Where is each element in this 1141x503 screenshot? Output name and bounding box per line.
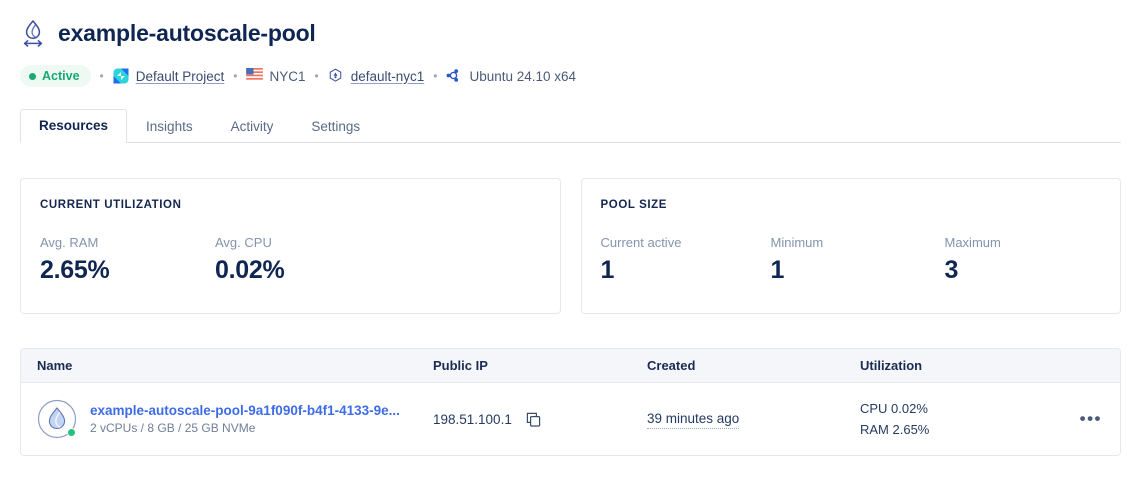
stat-label-avg-ram: Avg. RAM: [40, 235, 99, 250]
tab-settings[interactable]: Settings: [292, 110, 379, 143]
meta-separator-2: •: [233, 69, 238, 83]
utilization-cpu: CPU 0.02%: [860, 401, 928, 416]
table-row: example-autoscale-pool-9a1f090f-b4f1-413…: [21, 383, 1120, 455]
us-flag-icon: [246, 67, 264, 84]
tab-resources[interactable]: Resources: [20, 109, 128, 143]
column-header-name: Name: [37, 358, 73, 373]
title-row: example-autoscale-pool: [20, 14, 1121, 52]
stat-avg-ram: Avg. RAM 2.65%: [40, 234, 215, 284]
meta-os: Ubuntu 24.10 x64: [446, 68, 576, 84]
stat-minimum: Minimum 1: [771, 234, 945, 284]
column-header-created: Created: [647, 358, 696, 373]
created-timestamp[interactable]: 39 minutes ago: [647, 411, 740, 429]
name-cell-text: example-autoscale-pool-9a1f090f-b4f1-413…: [90, 402, 400, 437]
current-utilization-card: CURRENT UTILIZATION Avg. RAM 2.65% Avg. …: [20, 178, 561, 314]
row-more-options-icon[interactable]: •••: [1056, 410, 1104, 427]
stat-label-current-active: Current active: [600, 235, 682, 250]
droplet-specs: 2 vCPUs / 8 GB / 25 GB NVMe: [90, 420, 256, 435]
cell-utilization: CPU 0.02% RAM 2.65%: [860, 398, 1056, 440]
stat-value-current-active: 1: [600, 256, 615, 284]
status-dot-icon: [29, 72, 36, 80]
droplet-avatar: [37, 399, 77, 439]
stat-maximum: Maximum 3: [945, 234, 1001, 284]
card-title-pool-size: POOL SIZE: [600, 199, 668, 211]
cell-created: 39 minutes ago: [647, 410, 860, 429]
meta-region: NYC1: [246, 67, 306, 84]
page-header: example-autoscale-pool Active • Default …: [20, 0, 1121, 88]
meta-separator-1: •: [99, 69, 104, 83]
stat-current-active: Current active 1: [601, 234, 771, 284]
resource-meta-row: Active • Default Project • NYC1 • defaul…: [20, 64, 1121, 88]
status-badge: Active: [20, 65, 91, 87]
stat-label-avg-cpu: Avg. CPU: [215, 235, 272, 250]
copy-icon[interactable]: [526, 412, 541, 427]
droplet-name-link[interactable]: example-autoscale-pool-9a1f090f-b4f1-413…: [90, 402, 400, 419]
droplet-online-status-dot-icon: [67, 428, 76, 437]
meta-separator-3: •: [314, 69, 319, 83]
project-icon: [113, 68, 129, 84]
stat-value-minimum: 1: [770, 256, 785, 284]
public-ip-value: 198.51.100.1: [433, 411, 512, 427]
status-label: Active: [42, 69, 80, 83]
utilization-ram: RAM 2.65%: [860, 422, 930, 437]
resources-table: Name Public IP Created Utilization examp…: [20, 348, 1121, 456]
cell-actions: •••: [1056, 410, 1104, 427]
summary-cards: CURRENT UTILIZATION Avg. RAM 2.65% Avg. …: [20, 178, 1121, 314]
tab-activity[interactable]: Activity: [212, 110, 293, 143]
table-header-row: Name Public IP Created Utilization: [21, 349, 1120, 383]
autoscale-pool-droplet-icon: [20, 19, 46, 47]
meta-vpc[interactable]: default-nyc1: [328, 68, 425, 84]
stat-value-maximum: 3: [944, 256, 959, 284]
vpc-link[interactable]: default-nyc1: [351, 69, 425, 84]
column-header-utilization: Utilization: [860, 358, 923, 373]
stat-avg-cpu: Avg. CPU 0.02%: [215, 234, 285, 284]
cell-name: example-autoscale-pool-9a1f090f-b4f1-413…: [37, 399, 433, 439]
page-title: example-autoscale-pool: [58, 19, 316, 46]
pool-size-card: POOL SIZE Current active 1 Minimum 1 Max…: [580, 178, 1121, 314]
os-label: Ubuntu 24.10 x64: [469, 68, 577, 84]
cell-public-ip: 198.51.100.1: [433, 412, 647, 427]
vpc-hexagon-icon: [328, 68, 344, 84]
column-header-public-ip: Public IP: [433, 358, 488, 373]
stat-value-avg-cpu: 0.02%: [215, 256, 285, 284]
stat-label-minimum: Minimum: [770, 235, 824, 250]
stat-label-maximum: Maximum: [944, 235, 1001, 250]
meta-separator-4: •: [433, 69, 438, 83]
tab-bar: Resources Insights Activity Settings: [20, 109, 1121, 143]
tab-insights[interactable]: Insights: [127, 110, 212, 143]
project-link[interactable]: Default Project: [136, 69, 225, 84]
page-root: example-autoscale-pool Active • Default …: [0, 0, 1141, 456]
card-title-utilization: CURRENT UTILIZATION: [40, 199, 182, 211]
utilization-stats: Avg. RAM 2.65% Avg. CPU 0.02%: [40, 234, 541, 284]
meta-project[interactable]: Default Project: [113, 68, 225, 84]
pool-size-stats: Current active 1 Minimum 1 Maximum 3: [601, 234, 1102, 284]
ubuntu-icon: [446, 68, 462, 84]
region-label: NYC1: [269, 68, 306, 84]
stat-value-avg-ram: 2.65%: [40, 256, 110, 284]
